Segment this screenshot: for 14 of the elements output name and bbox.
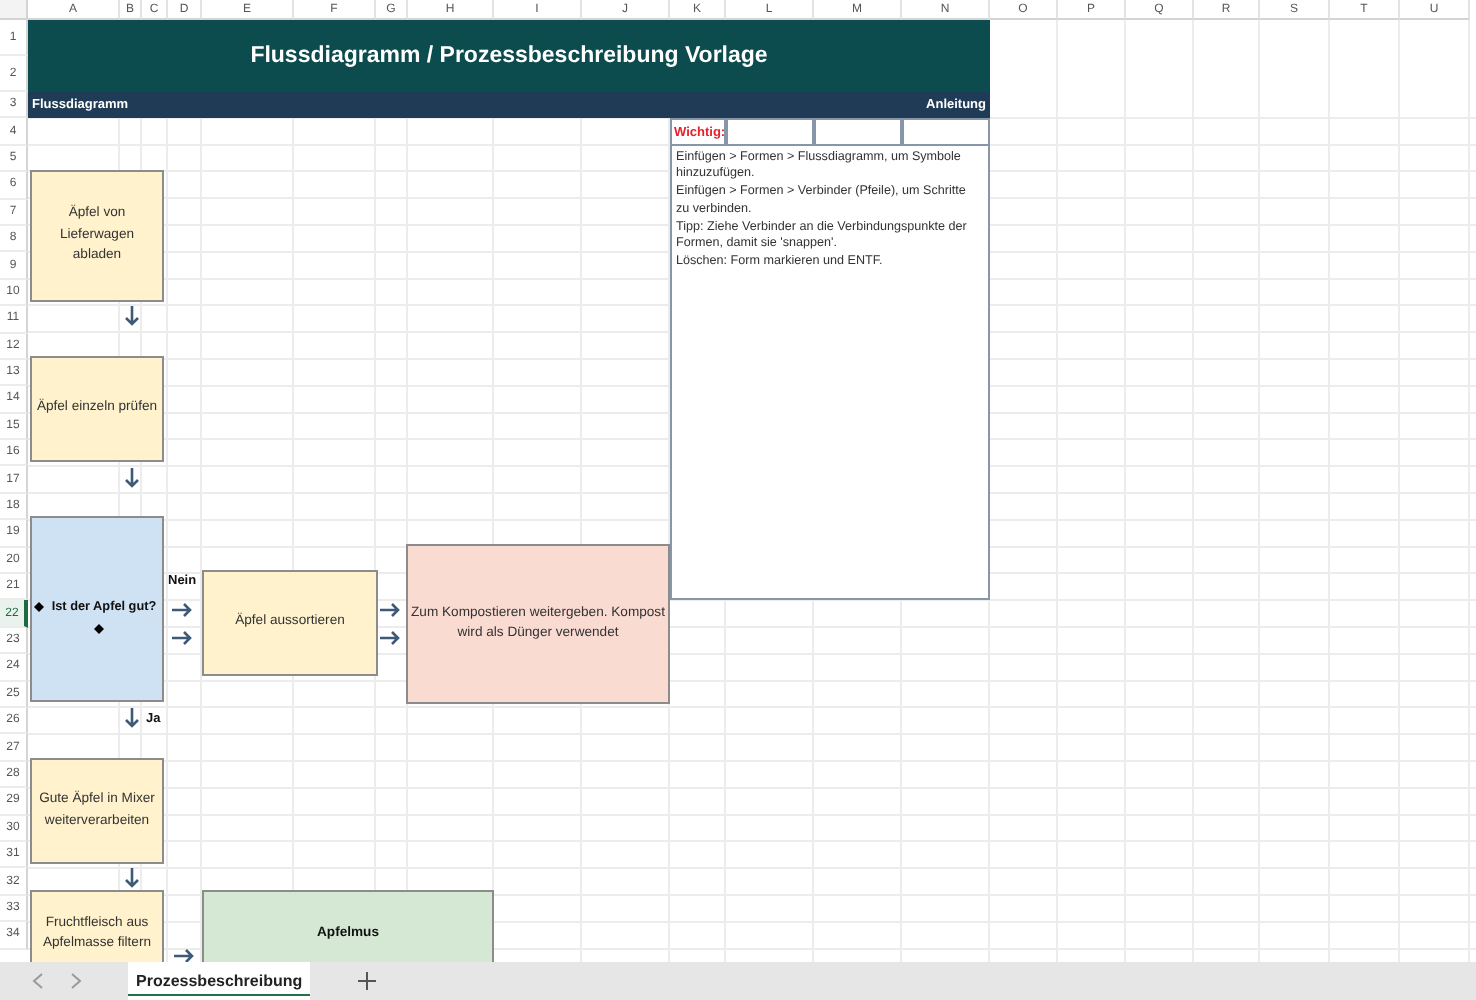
add-sheet-icon[interactable] xyxy=(358,972,377,990)
arrow-down-icon xyxy=(124,306,140,326)
arrow-down-icon xyxy=(124,868,140,888)
sheet-tab[interactable]: Prozessbeschreibung xyxy=(128,962,311,1000)
arrow-down-icon xyxy=(124,468,140,488)
arrow-right-icon xyxy=(174,948,194,962)
arrow-right-icon xyxy=(380,630,400,646)
arrow-down-icon xyxy=(124,708,140,728)
diamond-icon[interactable] xyxy=(94,624,104,634)
arrow-right-icon xyxy=(172,602,192,618)
title-banner: Flussdiagramm / Prozessbeschreibung Vorlage xyxy=(28,20,990,92)
arrow-right-icon xyxy=(380,602,400,618)
arrow-right-icon xyxy=(172,630,192,646)
diamond-icon[interactable] xyxy=(34,602,44,612)
